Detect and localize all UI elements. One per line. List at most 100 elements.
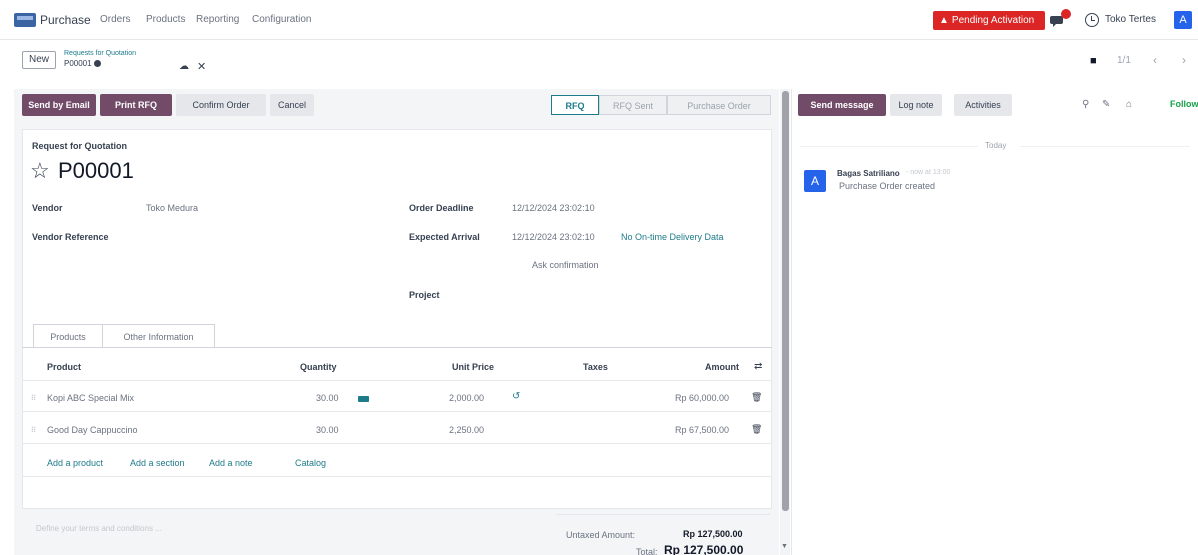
row-1-quantity[interactable]: 30.00 — [316, 393, 339, 403]
ask-confirmation-field[interactable]: Ask confirmation — [532, 260, 599, 270]
delete-row-icon[interactable]: 🗑 — [751, 424, 762, 435]
row-divider — [22, 443, 772, 444]
message-body: Purchase Order created — [839, 181, 936, 191]
chatter-panel — [791, 89, 1198, 555]
record-id: P00001 — [64, 59, 92, 68]
terms-input[interactable]: Define your terms and conditions ... — [36, 524, 162, 533]
project-field[interactable] — [512, 290, 752, 302]
stage-rfq-sent[interactable]: RFQ Sent — [599, 95, 667, 115]
vendor-reference-field[interactable] — [146, 232, 346, 244]
confirm-order-button[interactable]: Confirm Order — [176, 94, 266, 116]
row-2-quantity[interactable]: 30.00 — [316, 425, 339, 435]
app-name[interactable]: Purchase — [40, 13, 91, 27]
vendor-label: Vendor — [32, 203, 63, 213]
date-divider — [1020, 146, 1190, 147]
row-1-product[interactable]: Kopi ABC Special Mix — [47, 393, 134, 403]
pager-value[interactable]: 1/1 — [1117, 55, 1131, 66]
pending-activation-button[interactable]: ▲ Pending Activation — [933, 11, 1045, 30]
followers-icon[interactable]: ⌂ — [1126, 99, 1132, 110]
message-author[interactable]: Bagas Satriliano — [837, 169, 900, 178]
delete-row-icon[interactable]: 🗑 — [751, 392, 762, 403]
stage-purchase-order[interactable]: Purchase Order — [667, 95, 771, 115]
tab-products[interactable]: Products — [33, 324, 103, 348]
catalog-link[interactable]: Catalog — [295, 458, 326, 468]
new-button[interactable]: New — [22, 51, 56, 69]
following-button[interactable]: Following — [1170, 99, 1198, 109]
app-logo-icon[interactable] — [14, 13, 36, 27]
add-note-link[interactable]: Add a note — [209, 458, 253, 468]
paperclip-icon[interactable]: ✎ — [1102, 99, 1110, 110]
forecast-truck-icon[interactable] — [358, 396, 369, 402]
company-switcher[interactable]: Toko Tertes — [1105, 14, 1156, 25]
column-taxes[interactable]: Taxes — [583, 362, 608, 372]
stage-rfq[interactable]: RFQ — [551, 95, 599, 115]
top-navbar: Purchase Orders Products Reporting Confi… — [0, 0, 1198, 40]
form-scrollbar-thumb[interactable] — [782, 91, 789, 511]
drag-handle-icon[interactable]: ⁝⁝ — [31, 425, 36, 434]
add-section-link[interactable]: Add a section — [130, 458, 185, 468]
untaxed-amount-label: Untaxed Amount: — [566, 530, 636, 540]
form-sheet — [22, 129, 772, 509]
column-amount[interactable]: Amount — [705, 362, 739, 372]
menu-reporting[interactable]: Reporting — [196, 14, 239, 25]
gear-icon[interactable] — [94, 60, 101, 67]
add-product-link[interactable]: Add a product — [47, 458, 103, 468]
column-quantity[interactable]: Quantity — [300, 362, 337, 372]
menu-products[interactable]: Products — [146, 14, 185, 25]
document-type-label: Request for Quotation — [32, 141, 127, 151]
menu-orders[interactable]: Orders — [100, 14, 131, 25]
row-2-unit-price[interactable]: 2,250.00 — [449, 425, 484, 435]
cancel-button[interactable]: Cancel — [270, 94, 314, 116]
column-product[interactable]: Product — [47, 362, 81, 372]
print-rfq-button[interactable]: Print RFQ — [100, 94, 172, 116]
breadcrumb[interactable]: Requests for Quotation — [64, 50, 136, 57]
save-cloud-icon[interactable]: ☁ — [179, 61, 189, 72]
row-1-amount: Rp 60,000.00 — [675, 393, 730, 403]
date-divider — [800, 146, 978, 147]
on-time-delivery-link[interactable]: No On-time Delivery Data — [621, 232, 724, 242]
row-1-unit-price[interactable]: 2,000.00 — [449, 393, 484, 403]
scroll-down-icon[interactable]: ▼ — [781, 543, 788, 550]
pager-next-icon[interactable]: › — [1182, 53, 1186, 67]
star-icon[interactable]: ☆ — [30, 158, 50, 184]
user-avatar[interactable]: A — [1174, 11, 1192, 29]
tab-other-information[interactable]: Other Information — [103, 324, 215, 348]
message-timestamp: - now at 13:00 — [906, 169, 951, 176]
pending-activation-label: Pending Activation — [951, 15, 1035, 26]
tab-divider — [22, 347, 772, 348]
pager-prev-icon[interactable]: ‹ — [1153, 53, 1157, 67]
order-deadline-field[interactable]: 12/12/2024 23:02:10 — [512, 203, 595, 213]
optional-columns-icon[interactable]: ⇄ — [754, 361, 762, 372]
row-divider — [22, 476, 772, 477]
total-value: Rp 127,500.00 — [664, 543, 744, 555]
reset-price-icon[interactable]: ↺ — [512, 391, 520, 402]
menu-configuration[interactable]: Configuration — [252, 14, 311, 25]
total-label: Total: — [636, 547, 658, 555]
notification-badge — [1061, 9, 1071, 19]
clock-icon[interactable] — [1085, 13, 1099, 27]
pin-icon[interactable]: ■ — [1090, 55, 1097, 67]
discard-icon[interactable]: ✕ — [197, 60, 206, 73]
warning-icon: ▲ — [939, 15, 949, 26]
avatar[interactable]: A — [804, 170, 826, 192]
expected-arrival-label: Expected Arrival — [409, 232, 480, 242]
totals-divider — [556, 514, 770, 515]
row-divider — [22, 380, 772, 381]
vendor-field[interactable]: Toko Medura — [146, 203, 198, 213]
drag-handle-icon[interactable]: ⁝⁝ — [31, 393, 36, 402]
row-divider — [22, 411, 772, 412]
row-2-amount: Rp 67,500.00 — [675, 425, 730, 435]
column-unit-price[interactable]: Unit Price — [452, 362, 494, 372]
expected-arrival-field[interactable]: 12/12/2024 23:02:10 — [512, 232, 595, 242]
page-title: P00001 — [58, 158, 134, 183]
order-deadline-label: Order Deadline — [409, 203, 474, 213]
send-by-email-button[interactable]: Send by Email — [22, 94, 96, 116]
search-icon[interactable]: ⚲ — [1082, 99, 1089, 110]
project-label: Project — [409, 290, 440, 300]
vendor-reference-label: Vendor Reference — [32, 232, 109, 242]
untaxed-amount-value: Rp 127,500.00 — [683, 529, 743, 539]
log-note-button[interactable]: Log note — [890, 94, 942, 116]
activities-button[interactable]: Activities — [954, 94, 1012, 116]
row-2-product[interactable]: Good Day Cappuccino — [47, 425, 138, 435]
send-message-button[interactable]: Send message — [798, 94, 886, 116]
